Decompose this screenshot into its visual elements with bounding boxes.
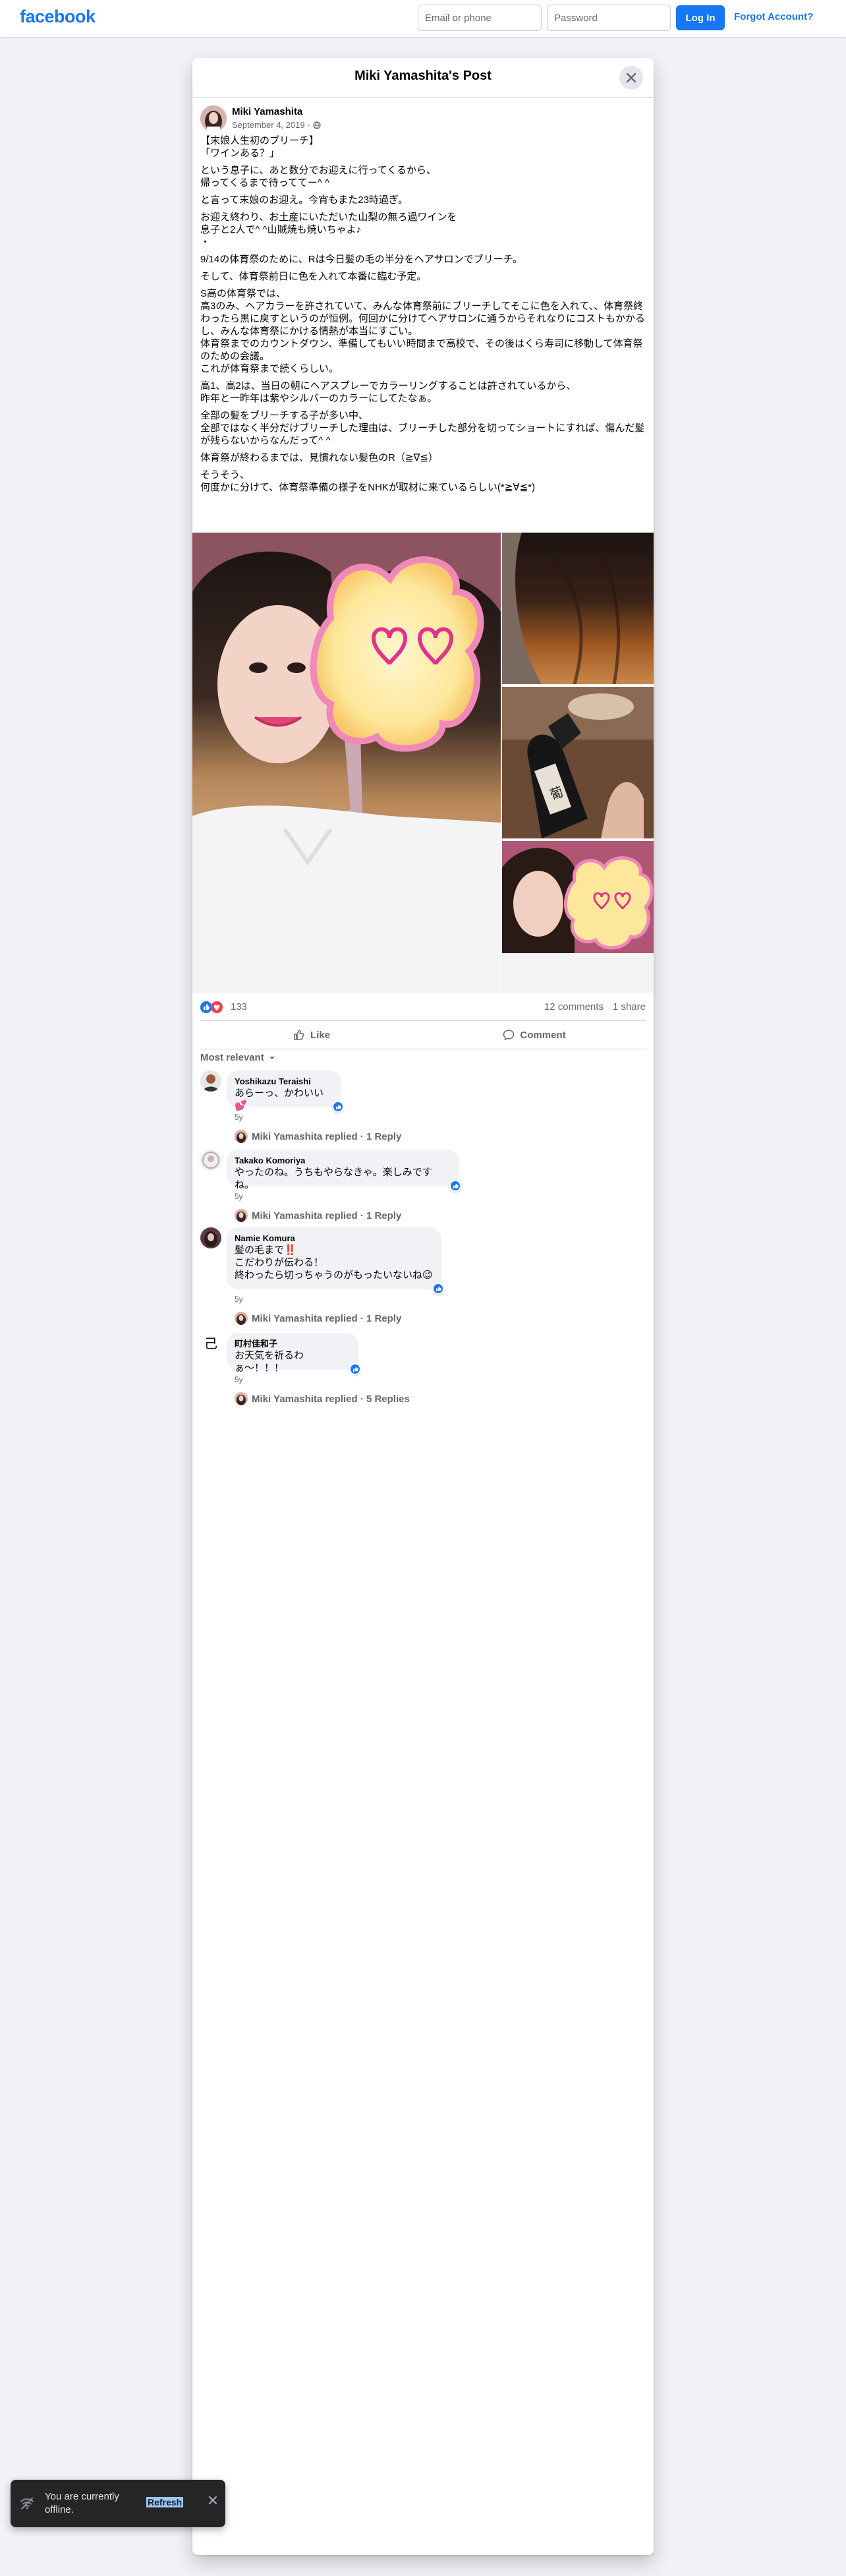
photo-wine-bottle[interactable]: 葡 [502,687,654,838]
comment-like-reaction-icon[interactable] [432,1283,444,1295]
commenter-avatar[interactable] [200,1070,221,1092]
post-actions: Like Comment [200,1020,646,1049]
top-navigation-bar: facebook Log In Forgot Account? [0,0,846,37]
comment-like-reaction-icon[interactable] [349,1363,361,1375]
comment-timestamp[interactable]: 5y [235,1295,243,1304]
view-replies-link[interactable]: Miki Yamashita replied · 1 Reply [235,1209,401,1222]
post-author: Miki Yamashita September 4, 2019 · [200,105,635,132]
reply-summary: Miki Yamashita replied · 5 Replies [252,1393,410,1405]
forgot-account-link[interactable]: Forgot Account? [734,11,813,22]
comment-text: 髪の毛まで‼️ こだわりが伝わる！ 終わったら切っちゃうのがもったいないね😉 [235,1244,433,1281]
globe-icon [312,121,321,129]
post-stats: 133 12 comments 1 share [200,997,646,1018]
like-label: Like [310,1029,330,1041]
close-icon[interactable] [208,2496,217,2505]
shares-count[interactable]: 1 share [613,1001,646,1012]
post-paragraph: 高1、高2は、当日の朝にヘアスプレーでカラーリングすることは許されているから、 … [200,380,577,404]
refresh-link[interactable]: Refresh [146,2497,184,2507]
post-body: 【末娘人生初のブリーチ】 「ワインある？」 という息子に、あと数分でお迎えに行っ… [200,134,646,498]
svg-text:己: 己 [204,1335,217,1351]
reply-avatar [235,1392,248,1405]
comment-timestamp[interactable]: 5y [235,1113,243,1122]
offline-message: You are currently offline. [45,2491,119,2515]
close-icon [626,73,636,83]
commenter-name[interactable]: Namie Komura [235,1233,434,1244]
chevron-down-icon [269,1056,275,1059]
comment-item: 己 町村佳和子 お天気を祈るわぁ〜！！！ 5y Miki Yamashita r… [200,1333,635,1419]
photo-hair-back[interactable] [502,533,654,684]
reaction-count[interactable]: 133 [231,1001,247,1012]
comment-label: Comment [520,1029,566,1041]
comment-bubble: Takako Komoriya やったのね。うちもやらなきゃ。楽しみですね。 [227,1150,459,1190]
view-replies-link[interactable]: Miki Yamashita replied · 1 Reply [235,1130,401,1143]
photo-selfie-small[interactable] [502,841,654,993]
password-field[interactable] [547,5,671,31]
commenter-name[interactable]: Takako Komoriya [235,1155,451,1166]
comment-timestamp[interactable]: 5y [235,1192,243,1201]
reply-summary: Miki Yamashita replied · 1 Reply [252,1210,402,1221]
post-paragraph: 【末娘人生初のブリーチ】 「ワインある？」 [200,135,320,159]
post-paragraph: 9/14の体育祭のために、Rは今日髪の毛の半分をヘアサロンでブリーチ。 [200,254,522,265]
close-button[interactable] [619,66,643,90]
comment-item: Yoshikazu Teraishi あらーっ、かわいい💕 5y Miki Ya… [200,1070,635,1156]
photo-main-selfie[interactable] [192,533,501,993]
email-field[interactable] [418,5,542,31]
commenter-name[interactable]: 町村佳和子 [235,1338,351,1349]
comment-text: あらーっ、かわいい💕 [235,1088,324,1111]
post-paragraph: お迎え終わり、お土産にいただいた山梨の無ろ過ワインを 息子と2人で^ ^山賊焼も… [200,212,457,248]
comment-like-reaction-icon[interactable] [449,1180,461,1192]
sort-label: Most relevant [200,1052,264,1063]
comment-bubble: 町村佳和子 お天気を祈るわぁ〜！！！ [227,1333,358,1374]
comment-icon [503,1030,515,1041]
like-button[interactable]: Like [200,1021,423,1049]
post-paragraph: S高の体育祭では、 高3のみ、ヘアカラーを許されていて、みんな体育祭前にブリーチ… [200,288,646,374]
post-dialog: Miki Yamashita's Post Miki Yamashita Sep… [192,58,654,2555]
commenter-name[interactable]: Yoshikazu Teraishi [235,1076,333,1087]
commenter-avatar[interactable] [200,1227,221,1248]
photo-grid: 葡 [192,533,654,993]
comment-item: Namie Komura 髪の毛まで‼️ こだわりが伝わる！ 終わったら切っちゃ… [200,1227,635,1339]
comments-count[interactable]: 12 comments [544,1001,604,1012]
comment-bubble: Namie Komura 髪の毛まで‼️ こだわりが伝わる！ 終わったら切っちゃ… [227,1227,441,1289]
comment-like-reaction-icon[interactable] [332,1101,344,1113]
reply-avatar [235,1209,248,1222]
view-replies-link[interactable]: Miki Yamashita replied · 1 Reply [235,1312,401,1325]
view-replies-link[interactable]: Miki Yamashita replied · 5 Replies [235,1392,410,1405]
offline-toast: You are currently offline. Refresh [11,2480,225,2527]
wifi-off-icon [20,2498,34,2509]
login-button[interactable]: Log In [676,5,725,30]
facebook-logo[interactable]: facebook [20,7,96,27]
reply-avatar [235,1130,248,1143]
post-paragraph: と言って末娘のお迎え。今宵もまた23時過ぎ。 [200,194,409,206]
dialog-header: Miki Yamashita's Post [192,58,654,98]
comment-text: やったのね。うちもやらなきゃ。楽しみですね。 [235,1167,432,1190]
comment-sort-dropdown[interactable]: Most relevant [200,1052,276,1063]
author-avatar[interactable] [200,105,227,132]
post-date: September 4, 2019 · [232,120,321,130]
comment-text: お天気を祈るわぁ〜！！！ [235,1350,304,1374]
commenter-avatar[interactable]: 己 [200,1333,221,1354]
post-date-text[interactable]: September 4, 2019 · [232,120,310,130]
love-reaction-icon [211,1001,223,1013]
commenter-avatar[interactable] [200,1150,221,1171]
post-paragraph: 全部の髪をブリーチする子が多い中、 全部ではなく半分だけブリーチした理由は、ブリ… [200,410,645,446]
comment-timestamp[interactable]: 5y [235,1375,243,1384]
reply-avatar [235,1312,248,1325]
post-paragraph: そして、体育祭前日に色を入れて本番に臨む予定。 [200,271,427,282]
comment-bubble: Yoshikazu Teraishi あらーっ、かわいい💕 [227,1070,341,1111]
reply-summary: Miki Yamashita replied · 1 Reply [252,1130,402,1142]
post-paragraph: という息子に、あと数分でお迎えに行ってくるから、 帰ってくるまで待っててー^ ^ [200,165,437,189]
comment-button[interactable]: Comment [423,1021,646,1049]
dialog-title: Miki Yamashita's Post [354,69,492,83]
reply-summary: Miki Yamashita replied · 1 Reply [252,1312,402,1324]
comment-item: Takako Komoriya やったのね。うちもやらなきゃ。楽しみですね。 5… [200,1150,635,1235]
reaction-icons[interactable] [200,1001,223,1013]
author-name[interactable]: Miki Yamashita [232,106,302,117]
thumbs-up-icon [294,1030,304,1040]
post-paragraph: 体育祭が終わるまでは、見慣れない髪色のR（≧∇≦） [200,452,439,463]
post-paragraph: そうそう、 何度かに分けて、体育祭準備の様子をNHKが取材に来ているらしい(*≧… [200,469,535,493]
